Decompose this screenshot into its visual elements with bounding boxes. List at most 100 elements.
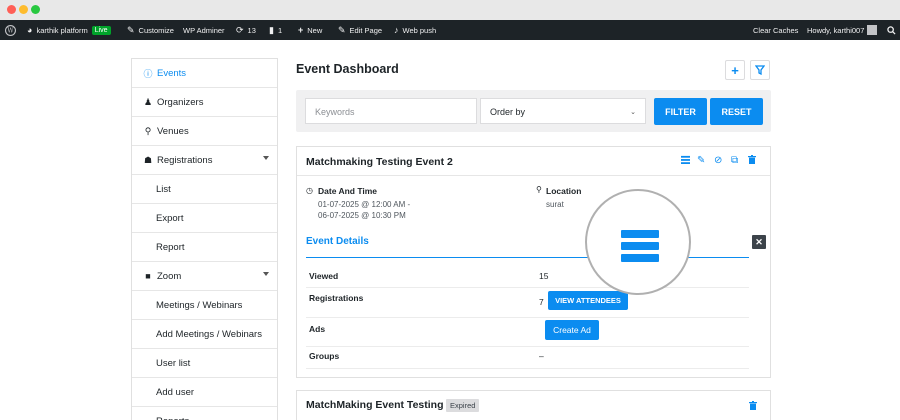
plus-icon: + [298,24,304,35]
row-divider [306,317,749,318]
live-badge: Live [91,25,111,35]
magnifier-overlay [585,189,691,295]
sidebar-item-label: User list [156,357,191,369]
wp-adminer-link[interactable]: WP Adminer [183,20,225,40]
filter-toggle-button[interactable] [750,60,770,80]
wordpress-logo-icon[interactable]: W [5,20,16,40]
sidebar-item-user-list[interactable]: User list [132,349,277,378]
sidebar-item-label: Export [156,212,184,224]
date-start: 01-07-2025 @ 12:00 AM - [318,200,411,209]
row-divider [306,368,749,369]
comment-icon: ▮ [269,24,274,35]
sidebar-item-export[interactable]: Export [132,204,277,233]
sidebar-item-label: Add Meetings / Webinars [156,328,262,340]
sidebar-item-events[interactable]: ⓘ Events [132,59,277,88]
clock-icon: ◷ [306,186,313,195]
date-end: 06-07-2025 @ 10:30 PM [318,211,406,220]
location-pin-icon: ⚲ [536,185,542,194]
maximize-window-dot[interactable] [31,5,40,14]
close-details-button[interactable]: ✕ [752,235,766,249]
ads-label: Ads [309,324,326,334]
sidebar-item-reports[interactable]: Reports [132,407,277,420]
svg-text:W: W [7,27,14,34]
trash-icon[interactable] [748,155,756,167]
sidebar-item-registrations[interactable]: ☗ Registrations [132,146,277,175]
sidebar-item-label: Report [156,241,185,253]
edit-page-link[interactable]: ✎ Edit Page [338,20,382,40]
avatar [867,25,878,35]
create-ad-button[interactable]: Create Ad [545,320,599,340]
row-divider [306,346,749,347]
page-title: Event Dashboard [296,62,399,76]
event-card: Matchmaking Testing Event 2 ✎ ⊘ ⧉ ◷ Date… [296,146,771,378]
search-icon[interactable] [887,20,896,40]
order-by-select[interactable]: Order by ⌄ [480,98,646,124]
video-icon: ■ [145,271,151,281]
sidebar-item-label: Meetings / Webinars [156,299,243,311]
organizer-icon: ♟ [143,96,153,107]
sidebar-item-zoom[interactable]: ■ Zoom [132,262,277,291]
web-push-link[interactable]: ♪ Web push [394,20,436,40]
sidebar-item-add-user[interactable]: Add user [132,378,277,407]
bell-icon: ♪ [394,24,399,35]
sidebar-item-label: Reports [156,416,189,420]
location-value: surat [546,200,564,209]
close-window-dot[interactable] [7,5,16,14]
minimize-window-dot[interactable] [19,5,28,14]
users-icon: ☗ [143,154,153,165]
sidebar-item-report[interactable]: Report [132,233,277,262]
cancel-icon[interactable]: ⊘ [714,155,722,166]
customize-link[interactable]: ✎ Customize [127,20,174,40]
event-details-title: Event Details [306,236,369,247]
new-content-link[interactable]: + New [298,20,322,40]
sidebar-item-label: List [156,183,171,195]
viewed-value: 15 [539,271,549,281]
info-icon: ⓘ [143,68,153,79]
sidebar-item-meetings-webinars[interactable]: Meetings / Webinars [132,291,277,320]
edit-icon[interactable]: ✎ [697,155,705,166]
event-title[interactable]: MatchMaking Event Testing [306,399,444,411]
pencil-icon: ✎ [338,24,346,35]
date-label: Date And Time [318,186,378,196]
clear-caches-link[interactable]: Clear Caches [753,20,798,40]
comments-link[interactable]: ▮ 1 [269,20,282,40]
filter-icon [755,65,765,75]
sidebar-item-add-meetings-webinars[interactable]: Add Meetings / Webinars [132,320,277,349]
brush-icon: ✎ [127,24,135,35]
keywords-input[interactable]: Keywords [305,98,477,124]
event-card-header: Matchmaking Testing Event 2 ✎ ⊘ ⧉ [297,147,770,176]
chevron-down-icon[interactable] [263,272,269,276]
sidebar-item-list[interactable]: List [132,175,277,204]
filter-button[interactable]: FILTER [654,98,707,125]
site-name-link[interactable]: ◕ karthik platform Live [27,20,111,40]
expired-badge: Expired [446,399,480,412]
view-attendees-button[interactable]: VIEW ATTENDEES [548,291,628,310]
dashboard-icon: ◕ [27,24,33,35]
plus-icon: + [731,62,739,78]
updates-icon: ⟳ [236,24,244,35]
chevron-down-icon[interactable] [263,156,269,160]
location-pin-icon: ⚲ [144,125,152,136]
filter-bar: Keywords Order by ⌄ FILTER RESET [296,90,771,132]
page-content: ⓘ Events ♟ Organizers ⚲ Venues ☗ Registrations L… [0,40,900,420]
duplicate-icon[interactable]: ⧉ [731,155,738,166]
row-divider [306,287,749,288]
updates-link[interactable]: ⟳ 13 [236,20,256,40]
event-card: MatchMaking Event Testing Expired [296,390,771,420]
groups-label: Groups [309,351,340,361]
chevron-down-icon: ⌄ [630,109,636,116]
add-event-button[interactable]: + [725,60,745,80]
sidebar-item-organizers[interactable]: ♟ Organizers [132,88,277,117]
sidebar-item-label: Add user [156,386,195,398]
list-icon[interactable] [681,155,690,167]
my-account-link[interactable]: Howdy, karthi007 [807,20,878,40]
sidebar-item-venues[interactable]: ⚲ Venues [132,117,277,146]
event-title[interactable]: Matchmaking Testing Event 2 [306,156,453,168]
sidebar-item-label: Organizers [157,96,204,108]
sidebar-item-label: Zoom [157,270,182,282]
reset-button[interactable]: RESET [710,98,763,125]
location-label: Location [546,186,582,196]
trash-icon[interactable] [749,401,757,413]
groups-value: – [539,351,544,361]
sidebar-item-label: Venues [157,125,189,137]
